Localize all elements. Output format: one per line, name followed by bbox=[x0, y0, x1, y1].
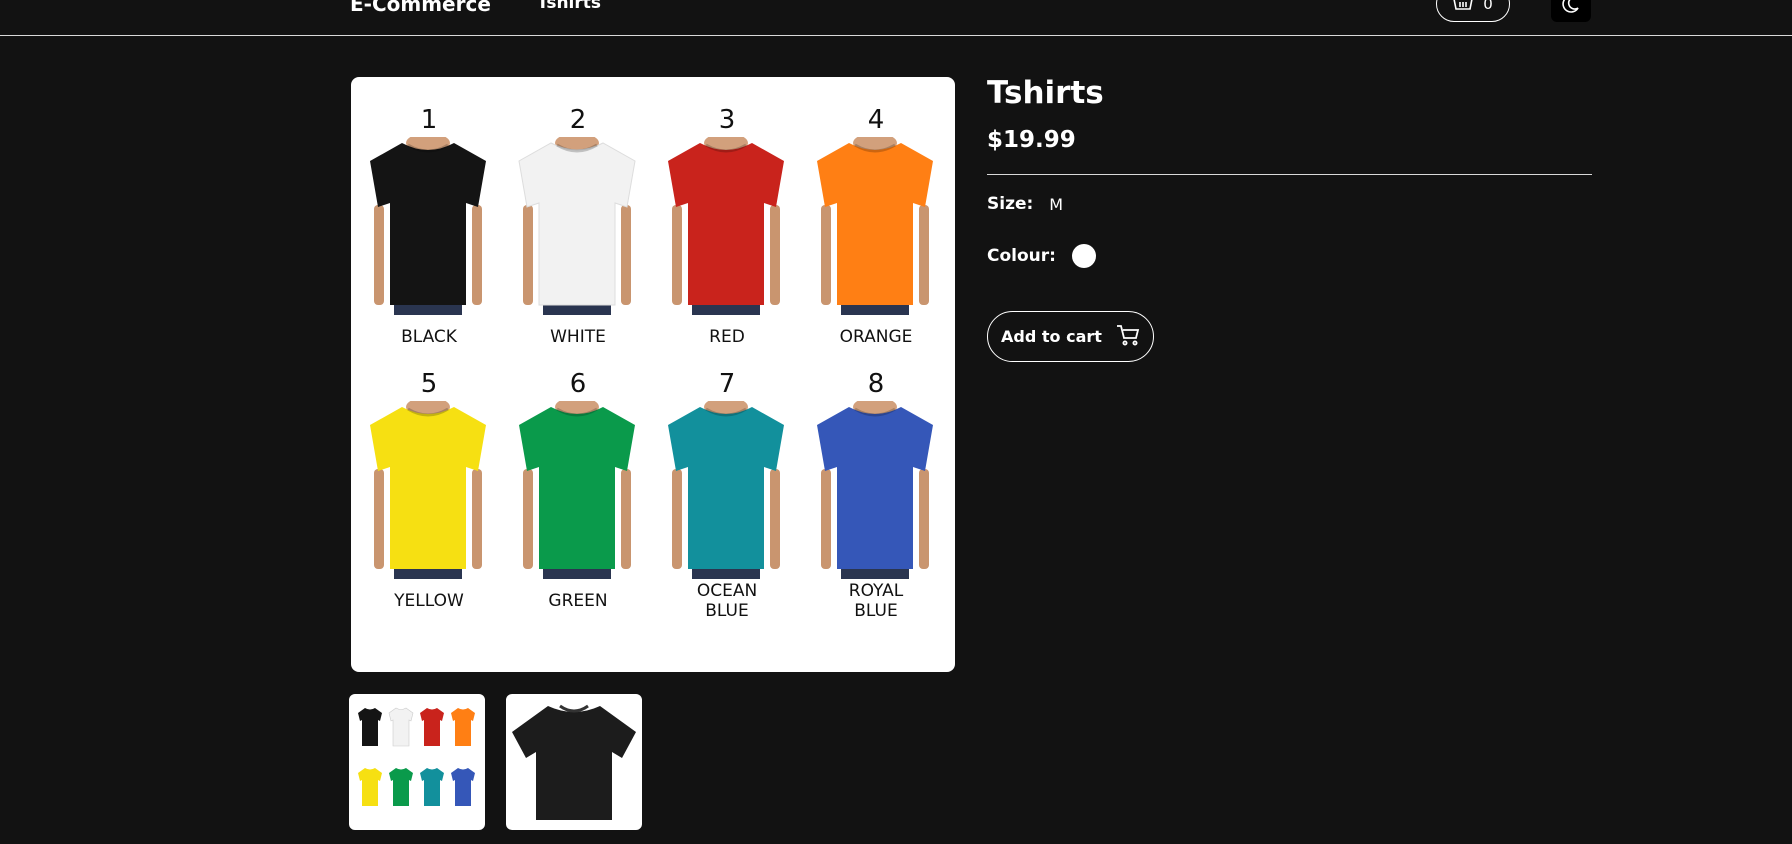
cart-button[interactable]: 0 bbox=[1436, 0, 1510, 22]
tshirt-image bbox=[519, 401, 635, 579]
product-price: $19.99 bbox=[987, 127, 1076, 153]
shirt-color-label: BLACK bbox=[359, 327, 499, 347]
shirt-color-label: GREEN bbox=[508, 591, 648, 611]
shirt-cell: 7 OCEAN BLUE bbox=[657, 369, 807, 629]
thumbnail-shirt bbox=[420, 768, 444, 806]
product-title: Tshirts bbox=[987, 75, 1104, 111]
details-divider bbox=[987, 174, 1592, 175]
shirt-number: 2 bbox=[569, 105, 587, 135]
shirt-cell: 6 GREEN bbox=[508, 369, 658, 629]
tshirt-image bbox=[817, 401, 933, 579]
shirt-color-label-line: ROYAL bbox=[848, 581, 904, 601]
shirt-number: 6 bbox=[569, 369, 587, 399]
shirt-cell: 2 WHITE bbox=[508, 105, 658, 365]
shirt-color-label-line: BLUE bbox=[705, 601, 749, 621]
product-main-image: 1 BLACK 2 WHITE 3 RED 4 ORANGE 5 YELLOW 6 GREEN 7 OCE… bbox=[351, 77, 955, 672]
shirt-number: 5 bbox=[420, 369, 438, 399]
thumbnail-black-tshirt[interactable] bbox=[506, 694, 642, 830]
colour-row: Colour: bbox=[987, 244, 1096, 268]
thumbnail-shirt bbox=[388, 707, 414, 747]
size-option-m[interactable]: M bbox=[1049, 195, 1063, 214]
shirt-color-label-line: WHITE bbox=[550, 327, 606, 347]
shirt-cell: 3 RED bbox=[657, 105, 807, 365]
moon-icon bbox=[1561, 0, 1581, 18]
top-navbar: E-Commerce Tshirts 0 bbox=[0, 0, 1792, 36]
shirt-color-label-line: OCEAN bbox=[696, 581, 758, 601]
shirt-color-label: ORANGE bbox=[806, 327, 946, 347]
add-to-cart-label: Add to cart bbox=[1001, 327, 1102, 346]
shirt-number: 3 bbox=[718, 105, 736, 135]
shirt-number: 4 bbox=[867, 105, 885, 135]
shirt-color-label-line: BLACK bbox=[401, 327, 457, 347]
basket-icon bbox=[1453, 0, 1473, 15]
shirt-cell: 8 ROYAL BLUE bbox=[806, 369, 955, 629]
shirt-cell: 4 ORANGE bbox=[806, 105, 955, 365]
shirt-number: 7 bbox=[718, 369, 736, 399]
theme-toggle-button[interactable] bbox=[1551, 0, 1591, 22]
shirt-color-grid: 1 BLACK 2 WHITE 3 RED 4 ORANGE 5 YELLOW 6 GREEN 7 OCE… bbox=[359, 105, 945, 645]
colour-swatch-white[interactable] bbox=[1071, 244, 1096, 268]
shirt-color-label: ROYAL BLUE bbox=[806, 581, 946, 621]
add-to-cart-button[interactable]: Add to cart bbox=[987, 311, 1154, 362]
colour-label: Colour: bbox=[987, 246, 1056, 266]
cart-icon bbox=[1116, 324, 1140, 350]
nav-link-tshirts[interactable]: Tshirts bbox=[537, 0, 601, 13]
thumbnail-shirt bbox=[389, 768, 413, 806]
thumbnail-shirt bbox=[358, 768, 382, 806]
tshirt-image bbox=[668, 137, 784, 315]
shirt-color-label-line: RED bbox=[709, 327, 745, 347]
cart-count: 0 bbox=[1483, 0, 1493, 13]
shirt-color-label-line: ORANGE bbox=[839, 327, 913, 347]
tshirt-image bbox=[668, 401, 784, 579]
shirt-cell: 1 BLACK bbox=[359, 105, 509, 365]
tshirt-image bbox=[518, 137, 636, 315]
size-row: Size: M bbox=[987, 194, 1063, 214]
tshirt-image bbox=[370, 401, 486, 579]
shirt-number: 8 bbox=[867, 369, 885, 399]
shirt-number: 1 bbox=[420, 105, 438, 135]
shirt-color-label-line: BLUE bbox=[854, 601, 898, 621]
thumbnail-shirt bbox=[451, 708, 475, 746]
thumbnail-shirt bbox=[420, 708, 444, 746]
shirt-color-label: WHITE bbox=[508, 327, 648, 347]
size-label: Size: bbox=[987, 194, 1034, 214]
thumbnail-shirt bbox=[451, 768, 475, 806]
tshirt-image bbox=[817, 137, 933, 315]
shirt-color-label-line: YELLOW bbox=[394, 591, 464, 611]
thumbnail-color-grid[interactable] bbox=[349, 694, 485, 830]
brand-logo[interactable]: E-Commerce bbox=[350, 0, 491, 16]
tshirt-image bbox=[370, 137, 486, 315]
thumbnail-shirt bbox=[358, 708, 382, 746]
shirt-cell: 5 YELLOW bbox=[359, 369, 509, 629]
shirt-color-label: OCEAN BLUE bbox=[657, 581, 797, 621]
shirt-color-label: YELLOW bbox=[359, 591, 499, 611]
shirt-color-label: RED bbox=[657, 327, 797, 347]
shirt-color-label-line: GREEN bbox=[548, 591, 608, 611]
